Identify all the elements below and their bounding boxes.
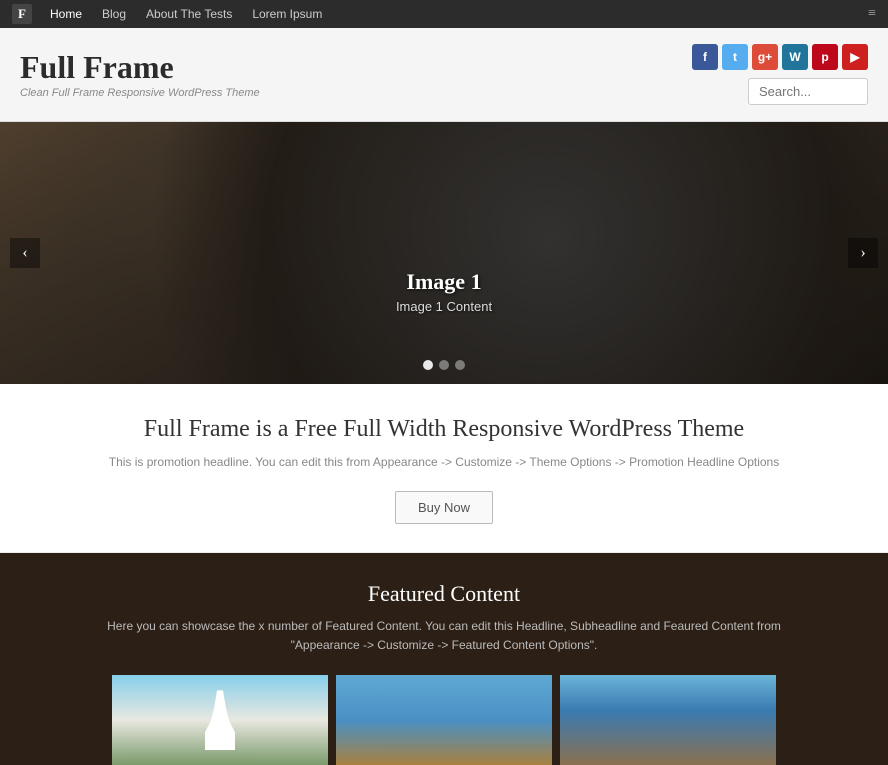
slide-subtitle: Image 1 Content [396, 299, 492, 314]
featured-images-row [20, 675, 868, 765]
top-navigation: F Home Blog About The Tests Lorem Ipsum … [0, 0, 888, 28]
social-icons-bar: f t g+ W p ▶ [692, 44, 868, 70]
search-input[interactable] [748, 78, 868, 105]
hero-image [0, 122, 888, 384]
prev-arrow-button[interactable]: ‹ [10, 238, 40, 268]
menu-icon[interactable]: ≡ [868, 6, 876, 22]
header-right: f t g+ W p ▶ [692, 44, 868, 105]
pinterest-icon[interactable]: p [812, 44, 838, 70]
site-branding: Full Frame Clean Full Frame Responsive W… [20, 50, 260, 99]
featured-image-3[interactable] [560, 675, 776, 765]
featured-description: Here you can showcase the x number of Fe… [84, 617, 804, 655]
site-subtitle: Clean Full Frame Responsive WordPress Th… [20, 87, 260, 99]
site-logo-icon[interactable]: F [12, 4, 32, 24]
featured-content-section: Featured Content Here you can showcase t… [0, 553, 888, 765]
youtube-icon[interactable]: ▶ [842, 44, 868, 70]
wordpress-icon[interactable]: W [782, 44, 808, 70]
slide-dot-2[interactable] [439, 360, 449, 370]
hero-background [0, 122, 888, 384]
twitter-icon[interactable]: t [722, 44, 748, 70]
nav-home[interactable]: Home [40, 0, 92, 28]
nav-blog[interactable]: Blog [92, 0, 136, 28]
featured-title: Featured Content [20, 581, 868, 607]
buy-now-button[interactable]: Buy Now [395, 491, 493, 524]
search-box [748, 78, 868, 105]
slide-dot-3[interactable] [455, 360, 465, 370]
site-title: Full Frame [20, 50, 260, 85]
promo-subtitle: This is promotion headline. You can edit… [40, 453, 848, 471]
featured-image-1[interactable] [112, 675, 328, 765]
promo-title: Full Frame is a Free Full Width Responsi… [40, 416, 848, 443]
facebook-icon[interactable]: f [692, 44, 718, 70]
nav-about[interactable]: About The Tests [136, 0, 242, 28]
slide-text: Image 1 Image 1 Content [396, 269, 492, 314]
slide-title: Image 1 [396, 269, 492, 295]
google-plus-icon[interactable]: g+ [752, 44, 778, 70]
hero-slider: Image 1 Image 1 Content ‹ › [0, 122, 888, 384]
nav-left: F Home Blog About The Tests Lorem Ipsum [12, 0, 332, 28]
promotion-section: Full Frame is a Free Full Width Responsi… [0, 384, 888, 553]
nav-links: Home Blog About The Tests Lorem Ipsum [40, 0, 332, 28]
slide-dot-1[interactable] [423, 360, 433, 370]
site-header: Full Frame Clean Full Frame Responsive W… [0, 28, 888, 122]
featured-image-2[interactable] [336, 675, 552, 765]
slide-dots [423, 360, 465, 370]
next-arrow-button[interactable]: › [848, 238, 878, 268]
nav-lorem[interactable]: Lorem Ipsum [242, 0, 332, 28]
